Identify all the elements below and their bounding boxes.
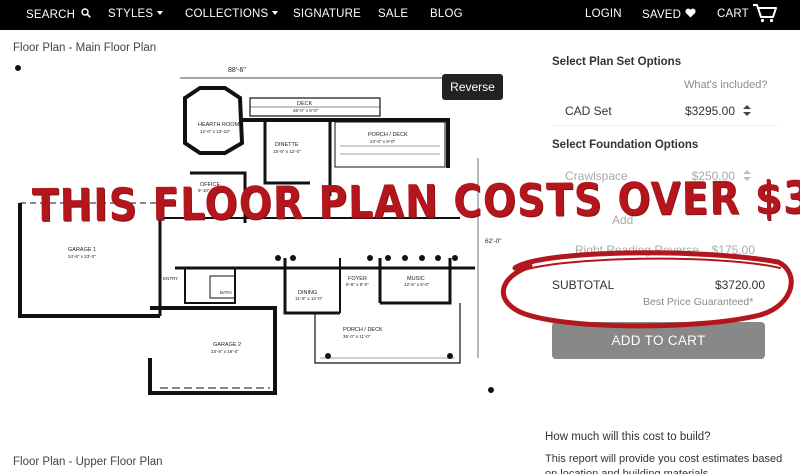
upper-floor-caption: Floor Plan - Upper Floor Plan bbox=[13, 456, 163, 468]
heart-icon bbox=[685, 8, 696, 18]
nav-search-label: SEARCH bbox=[26, 9, 76, 21]
room-dining-dim: 11'-6" x 12'-0" bbox=[295, 296, 323, 301]
nav-saved-label: SAVED bbox=[642, 9, 682, 21]
caret-down-icon bbox=[157, 11, 164, 15]
cad-set-price: $3295.00 bbox=[684, 104, 735, 118]
nav-collections-label: COLLECTIONS bbox=[185, 8, 269, 20]
room-porch-deck-bottom-dim: 35'-0" x 11'-0" bbox=[343, 334, 371, 339]
nav-sale[interactable]: SALE bbox=[378, 8, 408, 20]
plan-dim-top: 88'-6" bbox=[228, 67, 246, 74]
room-garage2: GARAGE 2 bbox=[213, 342, 241, 348]
caret-down-icon bbox=[272, 11, 279, 15]
room-entry: ENTRY bbox=[163, 276, 178, 281]
room-hearth-dim: 12'-0" x 13'-10" bbox=[200, 129, 231, 134]
nav-cart[interactable]: CART bbox=[717, 8, 749, 20]
room-foyer-dim: 6'-6" x 9'-0" bbox=[346, 282, 369, 287]
nav-saved[interactable]: SAVED bbox=[642, 8, 696, 21]
nav-signature[interactable]: SIGNATURE bbox=[293, 8, 361, 20]
room-dinette-dim: 15'-6" x 12'-0" bbox=[273, 149, 301, 154]
foundation-heading: Select Foundation Options bbox=[552, 139, 699, 151]
overlay-headline: THIS FLOOR PLAN COSTS OVER $3700! bbox=[31, 171, 800, 233]
subtotal-label: SUBTOTAL bbox=[552, 278, 615, 292]
reverse-button[interactable]: Reverse bbox=[442, 74, 503, 100]
cad-set-stepper[interactable] bbox=[743, 105, 751, 117]
room-porch-deck-bottom: PORCH / DECK bbox=[343, 327, 383, 333]
best-price-guarantee: Best Price Guaranteed* bbox=[643, 296, 754, 308]
nav-blog[interactable]: BLOG bbox=[430, 8, 463, 20]
nav-collections[interactable]: COLLECTIONS bbox=[185, 8, 279, 20]
right-reading-price: $175.00 bbox=[711, 243, 755, 257]
room-garage1: GARAGE 1 bbox=[68, 247, 96, 253]
plan-dim-right: 62'-0" bbox=[485, 238, 502, 245]
room-dinette: DINETTE bbox=[275, 142, 299, 148]
cad-set-label: CAD Set bbox=[565, 104, 612, 118]
room-deck: DECK bbox=[297, 101, 313, 107]
whats-included-link[interactable]: What's included? bbox=[684, 79, 767, 91]
room-deck-dim: 26'-0" x 8'-0" bbox=[293, 108, 319, 113]
room-porch-deck-top-dim: 23'-0" x 9'-0" bbox=[370, 139, 396, 144]
nav-cart-label: CART bbox=[717, 8, 749, 20]
top-navbar: SEARCH STYLES COLLECTIONS SIGNATURE SALE… bbox=[0, 0, 800, 30]
build-cost-question[interactable]: How much will this cost to build? bbox=[545, 431, 711, 443]
room-bath: BATH bbox=[220, 290, 232, 295]
nav-search[interactable]: SEARCH bbox=[26, 8, 91, 21]
plan-columns bbox=[275, 255, 458, 359]
nav-styles[interactable]: STYLES bbox=[108, 8, 164, 20]
search-icon bbox=[80, 8, 91, 18]
nav-login[interactable]: LOGIN bbox=[585, 8, 622, 20]
room-garage2-dim: 23'-8" x 16'-0" bbox=[211, 349, 239, 354]
room-garage1-dim: 24'-6" x 23'-0" bbox=[68, 254, 96, 259]
add-to-cart-button[interactable]: ADD TO CART bbox=[552, 322, 765, 359]
right-reading-label: Right Reading Reverse bbox=[575, 243, 700, 257]
option-divider bbox=[552, 125, 777, 126]
build-cost-text: This report will provide you cost estima… bbox=[545, 453, 783, 474]
cart-icon[interactable] bbox=[752, 3, 778, 23]
room-porch-deck-top: PORCH / DECK bbox=[368, 132, 408, 138]
room-hearth: HEARTH ROOM bbox=[198, 122, 240, 128]
main-floor-caption: Floor Plan - Main Floor Plan bbox=[13, 42, 157, 54]
room-music-dim: 12'-6" x 9'-0" bbox=[404, 282, 430, 287]
nav-styles-label: STYLES bbox=[108, 8, 154, 20]
subtotal-value: $3720.00 bbox=[714, 278, 765, 292]
plan-set-heading: Select Plan Set Options bbox=[552, 56, 682, 68]
